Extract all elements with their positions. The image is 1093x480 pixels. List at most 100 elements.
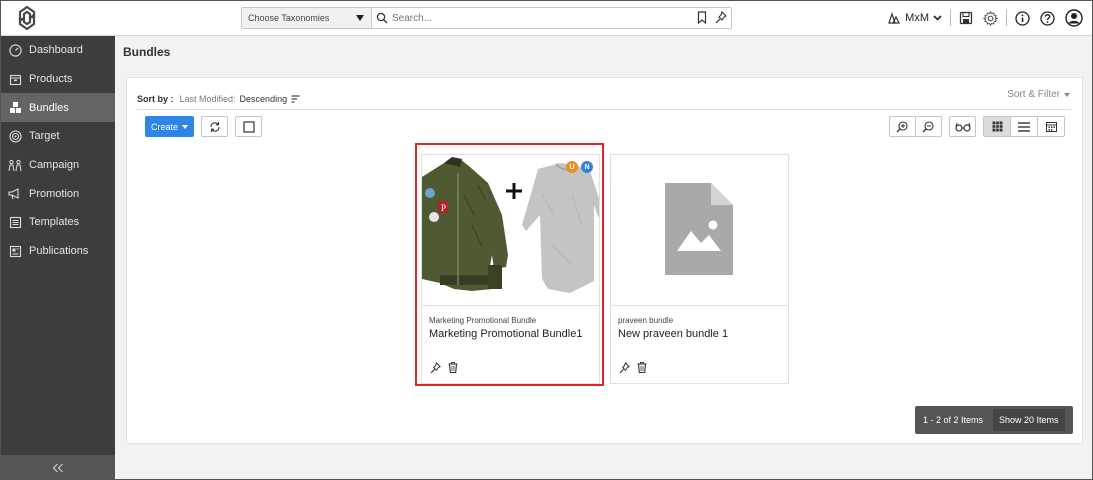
item-count: 1 - 2 of 2 Items — [923, 415, 984, 425]
list-view-button[interactable] — [1011, 117, 1038, 136]
search-bar: Choose Taxonomies — [241, 7, 732, 29]
templates-icon — [8, 215, 22, 229]
sidebar-item-promotion[interactable]: Promotion — [0, 179, 115, 208]
top-bar-actions: MxM — [887, 8, 1083, 28]
pagination: 1 - 2 of 2 Items Show 20 Items — [915, 406, 1073, 434]
sidebar-item-bundles[interactable]: Bundles — [0, 93, 115, 123]
bundle-thumbnail: P U N — [422, 155, 599, 306]
main-content: Bundles Sort by : Last Modified: Descend… — [115, 36, 1093, 480]
sidebar-item-label: Campaign — [29, 159, 80, 172]
top-bar: Choose Taxonomies MxM — [0, 0, 1093, 36]
bookmark-icon[interactable] — [697, 11, 707, 24]
products-icon — [8, 72, 22, 86]
sidebar-item-label: Promotion — [29, 187, 80, 200]
zoom-out-icon — [922, 121, 934, 133]
sidebar-item-templates[interactable]: Templates — [0, 208, 115, 237]
glasses-icon — [954, 122, 971, 132]
sidebar-item-label: Templates — [29, 216, 80, 229]
chevron-down-icon[interactable] — [933, 15, 942, 21]
zoom-out-button[interactable] — [915, 116, 942, 137]
show-items-button[interactable]: Show 20 Items — [993, 409, 1065, 431]
bundle-product-image: P — [422, 157, 599, 293]
taxonomy-select-label: Choose Taxonomies — [248, 13, 330, 23]
grid-icon — [991, 121, 1003, 132]
create-button[interactable]: Create — [145, 116, 194, 137]
bundle-thumbnail — [611, 155, 788, 306]
image-placeholder-icon — [665, 183, 733, 275]
gear-icon[interactable] — [983, 10, 998, 26]
caret-down-icon — [356, 15, 364, 21]
search-field — [372, 8, 731, 28]
info-icon[interactable] — [1015, 10, 1030, 26]
sort-label: Sort by : — [137, 93, 174, 104]
sidebar-item-publications[interactable]: Publications — [0, 237, 115, 266]
sidebar-item-label: Target — [29, 130, 60, 143]
badge-u: U — [566, 161, 578, 173]
sidebar-collapse-button[interactable] — [0, 455, 115, 480]
preview-button[interactable] — [949, 116, 976, 137]
app-logo-icon[interactable] — [14, 6, 40, 30]
search-input[interactable] — [392, 12, 692, 24]
sidebar-item-dashboard[interactable]: Dashboard — [0, 36, 115, 65]
pin-icon[interactable] — [715, 11, 727, 24]
sidebar: Dashboard Products Bundles Target Campai… — [0, 36, 115, 480]
sidebar-item-target[interactable]: Target — [0, 122, 115, 151]
refresh-button[interactable] — [201, 116, 228, 137]
caret-down-icon — [182, 124, 188, 129]
help-icon[interactable] — [1040, 10, 1055, 26]
refresh-icon — [209, 121, 220, 132]
create-button-label: Create — [150, 121, 178, 132]
bundles-icon — [8, 101, 22, 115]
publications-icon — [8, 244, 22, 258]
campaign-icon — [8, 158, 22, 172]
trash-icon[interactable] — [448, 362, 458, 373]
calendar-icon — [1045, 122, 1057, 132]
sort-direction[interactable]: Descending — [240, 94, 288, 104]
sort-filter-label: Sort & Filter — [1007, 89, 1060, 100]
calendar-view-button[interactable] — [1038, 117, 1064, 136]
sidebar-item-label: Publications — [29, 245, 89, 258]
card-actions — [619, 362, 647, 373]
pin-icon[interactable] — [430, 362, 441, 373]
zoom-in-icon — [896, 121, 908, 133]
pin-icon[interactable] — [619, 362, 630, 373]
sort-order-icon[interactable] — [291, 94, 300, 103]
user-menu-label[interactable]: MxM — [905, 12, 929, 24]
bundle-name[interactable]: Marketing Promotional Bundle1 — [429, 328, 582, 340]
bundle-card[interactable]: P U N Marketing Promotional Bundle Marke… — [421, 154, 600, 384]
workspace-icon[interactable] — [887, 11, 901, 25]
sidebar-item-label: Bundles — [29, 101, 69, 114]
save-icon[interactable] — [959, 11, 973, 25]
divider — [1006, 10, 1007, 26]
sort-bar: Sort by : Last Modified: Descending — [137, 88, 1071, 110]
sort-field[interactable]: Last Modified: — [180, 94, 236, 104]
zoom-in-button[interactable] — [889, 116, 916, 137]
double-chevron-left-icon — [52, 463, 63, 472]
svg-text:P: P — [441, 203, 446, 213]
search-icon — [376, 12, 388, 24]
dashboard-icon — [8, 43, 22, 57]
select-all-button[interactable] — [235, 116, 262, 137]
badge-n: N — [581, 161, 593, 173]
bundle-name[interactable]: New praveen bundle 1 — [618, 328, 728, 340]
sidebar-item-label: Products — [29, 73, 73, 86]
sidebar-item-products[interactable]: Products — [0, 65, 115, 94]
trash-icon[interactable] — [637, 362, 647, 373]
taxonomy-select[interactable]: Choose Taxonomies — [242, 8, 372, 28]
sidebar-item-campaign[interactable]: Campaign — [0, 151, 115, 180]
list-icon — [1018, 121, 1030, 132]
promotion-icon — [8, 187, 22, 201]
bundle-category: Marketing Promotional Bundle — [429, 316, 537, 325]
grid-view-button[interactable] — [984, 117, 1011, 136]
bundle-category: praveen bundle — [618, 316, 674, 325]
divider — [950, 10, 951, 26]
target-icon — [8, 129, 22, 143]
user-avatar-icon[interactable] — [1065, 9, 1083, 27]
card-actions — [430, 362, 458, 373]
sort-filter-toggle[interactable]: Sort & Filter — [1007, 89, 1070, 100]
bundle-card[interactable]: praveen bundle New praveen bundle 1 — [610, 154, 789, 384]
bundles-panel: Sort by : Last Modified: Descending Sort… — [126, 77, 1083, 444]
sidebar-item-label: Dashboard — [29, 44, 83, 57]
checkbox-icon — [242, 120, 255, 133]
view-mode-toggle — [983, 116, 1065, 137]
